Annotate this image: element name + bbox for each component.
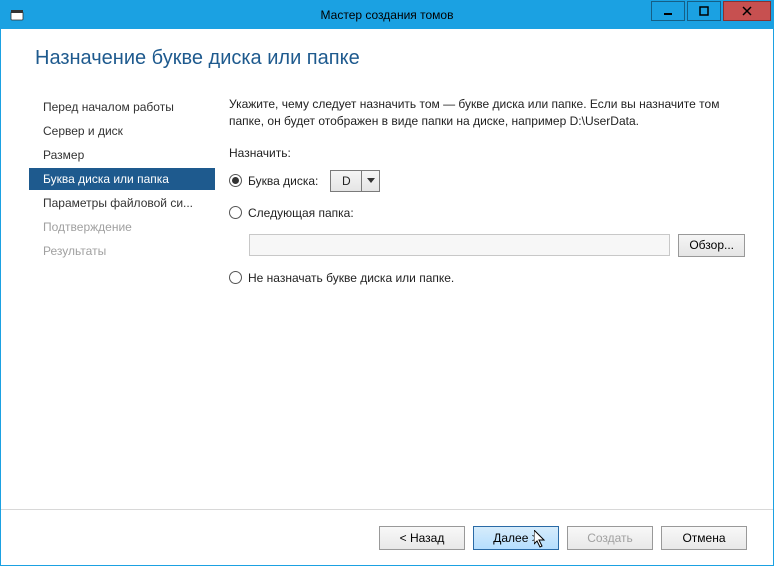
wizard-window: Мастер создания томов Назначение букве д… xyxy=(0,0,774,566)
drive-letter-value: D xyxy=(331,171,361,191)
titlebar[interactable]: Мастер создания томов xyxy=(1,1,773,29)
option-drive-letter-label: Буква диска: xyxy=(248,174,318,188)
option-following-folder[interactable]: Следующая папка: xyxy=(229,206,745,220)
sidebar-item-confirmation: Подтверждение xyxy=(29,216,215,238)
instruction-text: Укажите, чему следует назначить том — бу… xyxy=(229,96,745,130)
app-icon xyxy=(9,7,25,23)
radio-no-assign[interactable] xyxy=(229,271,242,284)
drive-letter-select[interactable]: D xyxy=(330,170,380,192)
folder-path-input xyxy=(249,234,670,256)
sidebar-item-size[interactable]: Размер xyxy=(29,144,215,166)
sidebar-item-server-disk[interactable]: Сервер и диск xyxy=(29,120,215,142)
sidebar-item-before-begin[interactable]: Перед началом работы xyxy=(29,96,215,118)
minimize-button[interactable] xyxy=(651,1,685,21)
create-button: Создать xyxy=(567,526,653,550)
footer: < Назад Далее > Создать Отмена xyxy=(1,509,773,565)
body-area: Перед началом работы Сервер и диск Разме… xyxy=(29,96,745,499)
radio-drive-letter[interactable] xyxy=(229,174,242,187)
sidebar: Перед началом работы Сервер и диск Разме… xyxy=(29,96,215,499)
option-drive-letter[interactable]: Буква диска: D xyxy=(229,170,745,192)
folder-path-row: Обзор... xyxy=(249,234,745,257)
browse-button[interactable]: Обзор... xyxy=(678,234,745,257)
option-no-assign[interactable]: Не назначать букве диска или папке. xyxy=(229,271,745,285)
maximize-button[interactable] xyxy=(687,1,721,21)
next-button-label: Далее > xyxy=(493,531,539,545)
sidebar-item-drive-letter[interactable]: Буква диска или папка xyxy=(29,168,215,190)
main-panel: Укажите, чему следует назначить том — бу… xyxy=(215,96,745,499)
next-button[interactable]: Далее > xyxy=(473,526,559,550)
titlebar-buttons xyxy=(651,1,773,29)
chevron-down-icon[interactable] xyxy=(361,171,379,191)
radio-following-folder[interactable] xyxy=(229,206,242,219)
close-button[interactable] xyxy=(723,1,771,21)
option-following-folder-label: Следующая папка: xyxy=(248,206,354,220)
cancel-button[interactable]: Отмена xyxy=(661,526,747,550)
content-area: Назначение букве диска или папке Перед н… xyxy=(1,29,773,509)
sidebar-item-filesystem[interactable]: Параметры файловой си... xyxy=(29,192,215,214)
back-button[interactable]: < Назад xyxy=(379,526,465,550)
assign-label: Назначить: xyxy=(229,146,745,160)
option-no-assign-label: Не назначать букве диска или папке. xyxy=(248,271,454,285)
page-title: Назначение букве диска или папке xyxy=(35,47,745,70)
sidebar-item-results: Результаты xyxy=(29,240,215,262)
